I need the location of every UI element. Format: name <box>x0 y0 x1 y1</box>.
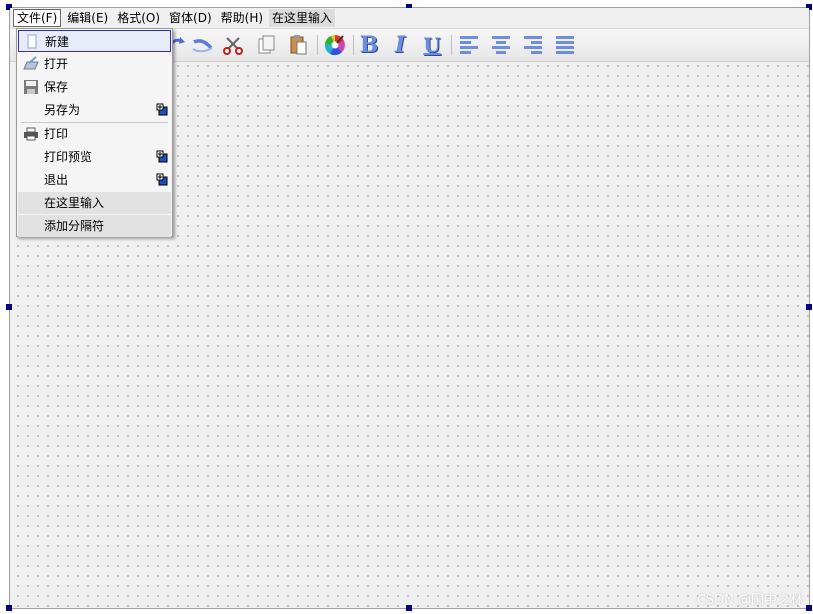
submenu-plus-icon[interactable] <box>156 173 168 186</box>
menu-item-exit[interactable]: 退出 <box>18 169 171 191</box>
save-icon <box>23 79 39 95</box>
menu-item-label: 添加分隔符 <box>44 219 105 233</box>
menu-help[interactable]: 帮助(H) <box>218 9 266 27</box>
toolbar-separator <box>317 35 318 55</box>
menu-item-label: 保存 <box>44 80 69 94</box>
menu-item-type-here[interactable]: 在这里输入 <box>18 192 171 214</box>
italic-icon[interactable]: I <box>387 32 413 58</box>
menu-item-save-as[interactable]: 另存为 <box>18 99 171 121</box>
open-folder-icon <box>23 56 39 72</box>
underline-glyph: U <box>423 33 441 57</box>
menu-item-label: 在这里输入 <box>44 196 105 210</box>
menu-item-label: 打印 <box>44 127 69 141</box>
menu-item-label: 打印预览 <box>44 150 93 164</box>
menu-type-here[interactable]: 在这里输入 <box>269 9 336 27</box>
toolbar-separator <box>451 35 452 55</box>
resize-handle-left[interactable] <box>6 304 12 310</box>
submenu-plus-icon[interactable] <box>156 150 168 163</box>
watermark: CSDN @国中之林 <box>696 593 803 608</box>
menu-item-open[interactable]: 打开 <box>18 53 171 75</box>
new-file-icon <box>24 34 40 50</box>
resize-handle-bottom-left[interactable] <box>6 605 12 611</box>
menu-file[interactable]: 文件(F) <box>13 9 62 27</box>
resize-handle-right[interactable] <box>806 304 812 310</box>
menu-item-print-preview[interactable]: 打印预览 <box>18 146 171 168</box>
bold-glyph: B <box>359 32 379 58</box>
file-menu-dropdown: 新建 打开 保存 另存为 打印 打印预览 退出 在这里输入 添加分隔符 <box>16 28 173 237</box>
undo-icon[interactable] <box>190 32 216 58</box>
align-right-icon[interactable] <box>520 32 546 58</box>
submenu-plus-icon[interactable] <box>156 103 168 116</box>
menu-edit[interactable]: 编辑(E) <box>64 9 111 27</box>
copy-icon[interactable] <box>253 32 279 58</box>
color-icon[interactable] <box>322 32 348 58</box>
align-left-icon[interactable] <box>456 32 482 58</box>
toolbar-separator <box>353 35 354 55</box>
menu-item-print[interactable]: 打印 <box>18 123 171 145</box>
menu-item-label: 退出 <box>44 173 69 187</box>
cut-icon[interactable] <box>220 32 246 58</box>
justify-icon[interactable] <box>552 32 578 58</box>
resize-handle-bottom-right[interactable] <box>806 605 812 611</box>
italic-glyph: I <box>394 32 406 58</box>
align-center-icon[interactable] <box>488 32 514 58</box>
menu-item-label: 打开 <box>44 57 69 71</box>
menu-item-add-separator[interactable]: 添加分隔符 <box>18 215 171 237</box>
menu-format[interactable]: 格式(O) <box>114 9 163 27</box>
bold-icon[interactable]: B <box>356 32 382 58</box>
printer-icon <box>23 126 39 142</box>
resize-handle-bottom[interactable] <box>406 605 412 611</box>
menu-form[interactable]: 窗体(D) <box>166 9 215 27</box>
paste-icon[interactable] <box>285 32 311 58</box>
menu-item-save[interactable]: 保存 <box>18 76 171 98</box>
menu-item-new[interactable]: 新建 <box>18 30 171 52</box>
menu-item-label: 新建 <box>45 35 70 49</box>
underline-icon[interactable]: U <box>419 32 445 58</box>
menubar: 文件(F) 编辑(E) 格式(O) 窗体(D) 帮助(H) 在这里输入 <box>10 8 809 29</box>
menu-item-label: 另存为 <box>44 103 81 117</box>
